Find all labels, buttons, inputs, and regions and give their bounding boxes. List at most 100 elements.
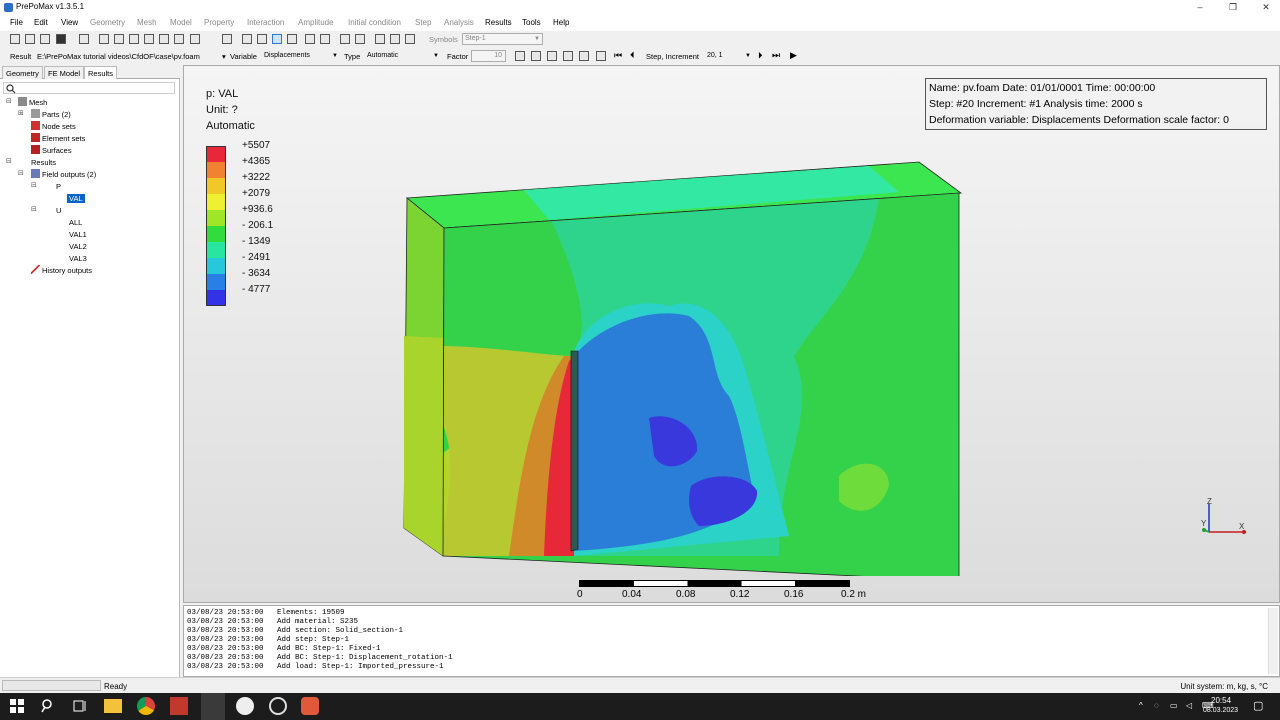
cube-icon[interactable] [222, 34, 232, 44]
previous-increment-icon[interactable]: ⏴ [630, 50, 635, 61]
tree-node-p[interactable]: P [56, 181, 61, 192]
view-top-icon[interactable] [129, 34, 139, 44]
collapse-icon[interactable]: ⊟ [18, 169, 24, 177]
next-increment-icon[interactable]: ⏵ [758, 50, 763, 61]
collapse-icon[interactable]: ⊟ [31, 205, 37, 213]
type-select[interactable]: Automatic ▼ [364, 50, 442, 62]
file-explorer-icon[interactable] [104, 699, 122, 713]
menu-geometry[interactable]: Geometry [90, 18, 125, 27]
chrome-icon[interactable] [137, 697, 155, 715]
tree-node-val2[interactable]: VAL2 [69, 241, 87, 252]
tree-node-all[interactable]: ALL [69, 217, 82, 228]
pick-icon[interactable] [340, 34, 350, 44]
step-increment-select[interactable]: 20, 1 ▼ [704, 50, 754, 62]
tree-node-mesh[interactable]: Mesh [18, 97, 47, 108]
menu-view[interactable]: View [61, 18, 78, 27]
factor-input[interactable]: 10 [471, 50, 506, 62]
open-icon[interactable] [25, 34, 35, 44]
view-back-icon[interactable] [114, 34, 124, 44]
tree-node-val[interactable]: VAL [67, 193, 85, 204]
maximize-button[interactable]: ❐ [1218, 0, 1248, 15]
menu-edit[interactable]: Edit [34, 18, 48, 27]
tree-node-val1[interactable]: VAL1 [69, 229, 87, 240]
collapse-icon[interactable]: ⊟ [6, 157, 12, 165]
clock-time[interactable]: 20:54 [1211, 696, 1231, 705]
app-s-icon[interactable] [236, 697, 254, 715]
view-left-icon[interactable] [159, 34, 169, 44]
view-bottom-icon[interactable] [144, 34, 154, 44]
import-icon[interactable] [40, 34, 50, 44]
tree-node-parts[interactable]: Parts (2) [31, 109, 71, 120]
app-g-icon[interactable] [301, 697, 319, 715]
layout-2-icon[interactable] [531, 51, 541, 61]
layout-1-icon[interactable] [515, 51, 525, 61]
menu-results[interactable]: Results [485, 18, 512, 27]
obs-icon[interactable] [269, 697, 287, 715]
view-right-icon[interactable] [174, 34, 184, 44]
menu-initial-condition[interactable]: Initial condition [348, 18, 401, 27]
menu-mesh[interactable]: Mesh [137, 18, 157, 27]
windows-start-icon[interactable] [8, 697, 26, 715]
model-contour-plot[interactable] [399, 156, 999, 576]
volume-icon[interactable]: ◁ [1186, 701, 1192, 710]
graphics-viewport[interactable]: p: VAL Unit: ? Automatic +5507 +4365 +3222… [183, 65, 1280, 603]
shaded-icon[interactable] [272, 34, 282, 44]
wireframe-icon[interactable] [242, 34, 252, 44]
tree-node-element-sets[interactable]: Element sets [31, 133, 85, 144]
last-increment-icon[interactable]: ⏭ [772, 50, 780, 61]
tree-node-node-sets[interactable]: Node sets [31, 121, 76, 132]
view-iso-icon[interactable] [190, 34, 200, 44]
search-icon[interactable] [39, 697, 57, 715]
tree-node-surfaces[interactable]: Surfaces [31, 145, 72, 156]
query-icon[interactable] [320, 34, 330, 44]
console-scrollbar[interactable] [1268, 608, 1278, 674]
menu-help[interactable]: Help [553, 18, 569, 27]
tree-node-history-outputs[interactable]: History outputs [31, 265, 92, 276]
section-cut-icon[interactable] [287, 34, 297, 44]
close-button[interactable]: ✕ [1251, 0, 1280, 15]
hide-pick-icon[interactable] [355, 34, 365, 44]
collapse-icon[interactable]: ⊟ [31, 181, 37, 189]
tree-node-results[interactable]: Results [31, 157, 56, 168]
freecad-icon[interactable] [170, 697, 188, 715]
tab-fe-model[interactable]: FE Model [44, 66, 85, 79]
menu-tools[interactable]: Tools [522, 18, 541, 27]
collapse-icon[interactable]: ⊟ [6, 97, 12, 105]
menu-step[interactable]: Step [415, 18, 431, 27]
output-console[interactable]: 03/08/23 20:53:00 Elements: 19509 03/08/… [183, 605, 1280, 677]
layout-4-icon[interactable] [563, 51, 573, 61]
network-icon[interactable]: ▭ [1170, 701, 1178, 710]
tree-node-val3[interactable]: VAL3 [69, 253, 87, 264]
task-view-icon[interactable] [71, 697, 89, 715]
menu-amplitude[interactable]: Amplitude [298, 18, 334, 27]
tray-chevron-icon[interactable]: ^ [1139, 701, 1143, 710]
menu-analysis[interactable]: Analysis [444, 18, 474, 27]
animation-icon[interactable] [596, 51, 606, 61]
variable-select[interactable]: Displacements ▼ [261, 50, 341, 62]
layout-5-icon[interactable] [579, 51, 589, 61]
tree-node-u[interactable]: U [56, 205, 61, 216]
minimize-button[interactable]: – [1185, 0, 1215, 15]
tab-geometry[interactable]: Geometry [2, 66, 43, 79]
tab-results[interactable]: Results [84, 66, 118, 79]
expand-icon[interactable]: ⊞ [18, 109, 24, 117]
play-icon[interactable]: ▶ [790, 50, 797, 61]
save-icon[interactable] [56, 34, 66, 44]
clock-date[interactable]: 08.03.2023 [1203, 707, 1238, 714]
show-icon[interactable] [375, 34, 385, 44]
first-increment-icon[interactable]: ⏮ [614, 50, 622, 61]
more-icon[interactable]: ▾ [222, 52, 226, 61]
shaded-edges-icon[interactable] [257, 34, 267, 44]
view-front-icon[interactable] [99, 34, 109, 44]
new-icon[interactable] [10, 34, 20, 44]
menu-property[interactable]: Property [204, 18, 234, 27]
tree-search-input[interactable] [3, 82, 175, 94]
tray-app-icon[interactable]: ◌ [1154, 701, 1159, 710]
notification-icon[interactable]: ▢ [1253, 699, 1263, 712]
show-all-icon[interactable] [405, 34, 415, 44]
tree-node-field-outputs[interactable]: Field outputs (2) [31, 169, 96, 180]
menu-model[interactable]: Model [170, 18, 192, 27]
layout-3-icon[interactable] [547, 51, 557, 61]
menu-interaction[interactable]: Interaction [247, 18, 284, 27]
hide-icon[interactable] [390, 34, 400, 44]
